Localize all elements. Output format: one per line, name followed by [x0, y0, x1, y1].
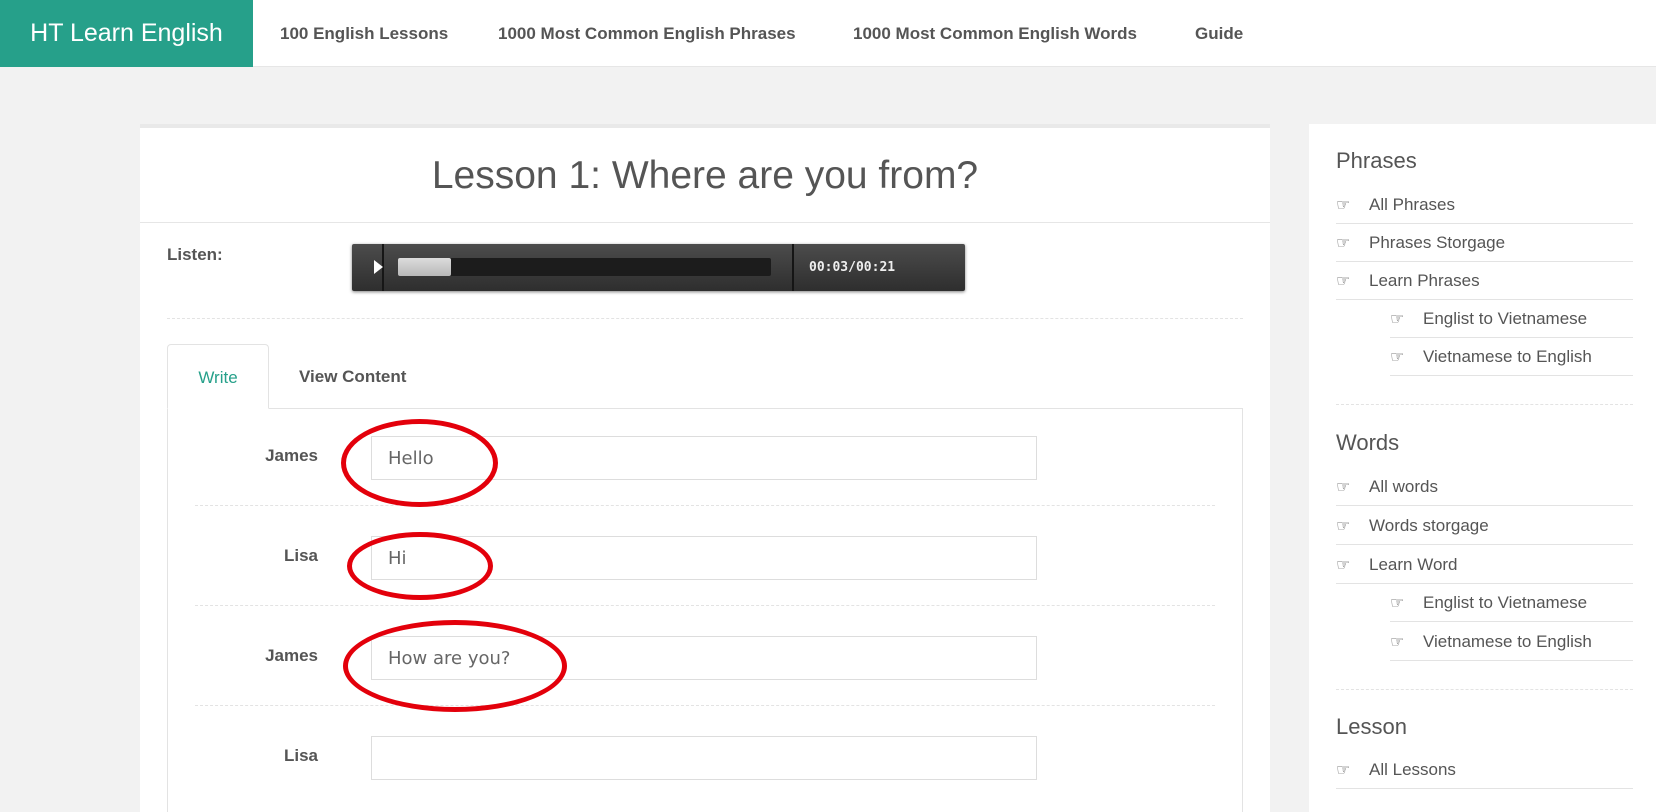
lesson-title: Lesson 1: Where are you from?	[431, 154, 979, 197]
nav-link-common-words[interactable]: 1000 Most Common English Words	[853, 0, 1137, 67]
sidebar: Phrases ☞ All Phrases ☞ Phrases Storgage ☞…	[1309, 124, 1656, 812]
speaker-label: James	[265, 646, 318, 665]
hand-pointing-right-icon: ☞	[1336, 762, 1351, 779]
sidebar-item-label: Learn Phrases	[1369, 271, 1480, 290]
sidebar-item-label: Learn Word	[1369, 555, 1458, 574]
sidebar-item-label: Words storgage	[1369, 516, 1489, 535]
lesson-panel: Lesson 1: Where are you from? Listen: 00…	[140, 124, 1270, 812]
current-time: 00:03	[809, 260, 849, 275]
hand-pointing-right-icon: ☞	[1390, 349, 1405, 366]
sidebar-item-phrases-en-to-vi[interactable]: ☞ Englist to Vietnamese	[1390, 300, 1633, 338]
tab-write[interactable]: Write	[167, 344, 269, 409]
sidebar-item-all-phrases[interactable]: ☞ All Phrases	[1336, 186, 1633, 224]
hand-pointing-right-icon: ☞	[1336, 479, 1351, 496]
sidebar-heading-lesson: Lesson	[1336, 714, 1407, 739]
answer-input-1[interactable]	[371, 436, 1037, 480]
sidebar-item-label: Phrases Storgage	[1369, 233, 1506, 252]
sidebar-divider	[1336, 689, 1633, 690]
player-divider	[792, 244, 794, 291]
write-tab-pane: James Lisa James Lisa	[167, 408, 1243, 812]
sidebar-heading-phrases: Phrases	[1336, 148, 1417, 173]
audio-player: 00:03/00:21	[352, 244, 965, 291]
answer-input-2[interactable]	[371, 536, 1037, 580]
sidebar-item-label: Englist to Vietnamese	[1423, 309, 1588, 328]
hand-pointing-right-icon: ☞	[1336, 557, 1351, 574]
sidebar-item-words-en-to-vi[interactable]: ☞ Englist to Vietnamese	[1390, 584, 1633, 622]
hand-pointing-right-icon: ☞	[1336, 273, 1351, 290]
sidebar-item-learn-word[interactable]: ☞ Learn Word	[1336, 546, 1633, 584]
hand-pointing-right-icon: ☞	[1336, 518, 1351, 535]
sidebar-divider	[1336, 404, 1633, 405]
play-button[interactable]	[352, 244, 384, 291]
hand-pointing-right-icon: ☞	[1390, 634, 1405, 651]
sidebar-item-label: All words	[1369, 477, 1438, 496]
answer-input-3[interactable]	[371, 636, 1037, 680]
sidebar-item-label: Vietnamese to English	[1423, 632, 1592, 651]
sidebar-item-all-words[interactable]: ☞ All words	[1336, 468, 1633, 506]
audio-progress-track[interactable]	[398, 258, 771, 276]
hand-pointing-right-icon: ☞	[1390, 595, 1405, 612]
row-divider	[195, 505, 1215, 506]
duration-time: 00:21	[855, 260, 896, 275]
listen-label: Listen:	[167, 245, 223, 264]
sidebar-item-learn-phrases[interactable]: ☞ Learn Phrases	[1336, 262, 1633, 300]
hand-pointing-right-icon: ☞	[1336, 235, 1351, 252]
speaker-label: Lisa	[283, 546, 318, 565]
hand-pointing-right-icon: ☞	[1390, 311, 1405, 328]
brand-logo[interactable]: HT Learn English	[0, 0, 253, 67]
sidebar-item-phrases-storage[interactable]: ☞ Phrases Storgage	[1336, 224, 1633, 262]
hand-pointing-right-icon: ☞	[1336, 197, 1351, 214]
audio-time: 00:03/00:21	[809, 244, 895, 291]
answer-input-4[interactable]	[371, 736, 1037, 780]
speaker-label: James	[265, 446, 318, 465]
speaker-label: Lisa	[283, 746, 318, 765]
row-divider	[195, 705, 1215, 706]
row-divider	[195, 605, 1215, 606]
nav-link-100-english-lessons[interactable]: 100 English Lessons	[280, 0, 448, 67]
top-navbar: HT Learn English 100 English Lessons 100…	[0, 0, 1656, 67]
audio-progress-fill	[398, 258, 452, 276]
nav-link-common-phrases[interactable]: 1000 Most Common English Phrases	[498, 0, 796, 67]
sidebar-item-words-vi-to-en[interactable]: ☞ Vietnamese to English	[1390, 623, 1633, 661]
time-separator: /	[848, 260, 856, 275]
section-divider	[167, 318, 1243, 319]
tab-view-content[interactable]: View Content	[299, 344, 406, 409]
sidebar-item-label: Englist to Vietnamese	[1423, 593, 1588, 612]
sidebar-item-label: All Phrases	[1369, 195, 1455, 214]
title-divider	[140, 222, 1270, 223]
sidebar-item-phrases-vi-to-en[interactable]: ☞ Vietnamese to English	[1390, 338, 1633, 376]
sidebar-item-all-lessons[interactable]: ☞ All Lessons	[1336, 751, 1633, 789]
nav-link-guide[interactable]: Guide	[1195, 0, 1243, 67]
play-icon	[374, 260, 383, 274]
sidebar-item-label: Vietnamese to English	[1423, 347, 1592, 366]
sidebar-item-words-storage[interactable]: ☞ Words storgage	[1336, 507, 1633, 545]
sidebar-heading-words: Words	[1336, 430, 1400, 455]
sidebar-item-label: All Lessons	[1369, 760, 1456, 779]
